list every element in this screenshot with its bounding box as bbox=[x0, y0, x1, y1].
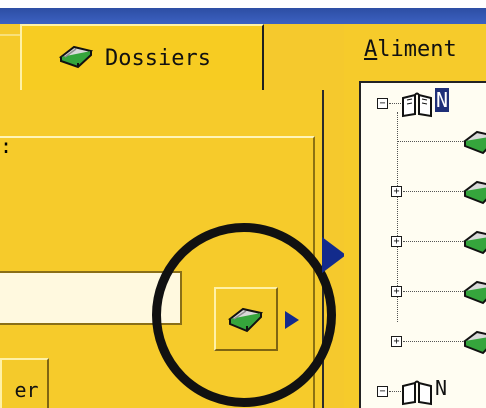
aliment-tree[interactable]: − N + + + + − N bbox=[359, 81, 486, 408]
tree-root-row[interactable]: − N bbox=[361, 83, 486, 121]
window-top-bar bbox=[0, 8, 486, 24]
collapse-icon[interactable]: − bbox=[377, 98, 388, 109]
tree-child-row[interactable]: + bbox=[361, 321, 486, 359]
expand-icon[interactable]: + bbox=[391, 336, 402, 347]
collapse-icon[interactable]: − bbox=[377, 386, 388, 397]
tab-dossiers[interactable]: Dossiers bbox=[20, 24, 264, 90]
expand-icon[interactable]: + bbox=[391, 286, 402, 297]
tree-child-row[interactable]: + bbox=[361, 171, 486, 209]
move-right-arrow-icon[interactable] bbox=[285, 311, 299, 329]
aliment-panel: Aliment − N + + + + − N bbox=[344, 24, 486, 408]
previous-tab[interactable] bbox=[0, 34, 22, 96]
open-book-icon bbox=[400, 90, 434, 122]
dossier-input[interactable] bbox=[0, 271, 182, 325]
splitter-arrow-icon[interactable] bbox=[322, 237, 346, 273]
application-screen: Dossiers : er Aliment − N + + + + − N bbox=[0, 0, 486, 408]
tree-connector bbox=[403, 341, 463, 342]
open-dossier-button[interactable] bbox=[214, 287, 278, 351]
tree-connector bbox=[403, 291, 463, 292]
open-book-icon bbox=[400, 378, 434, 408]
book-icon bbox=[462, 275, 486, 309]
book-icon bbox=[226, 301, 266, 337]
tree-second-root-label: N bbox=[435, 376, 448, 400]
tree-connector bbox=[397, 141, 463, 142]
tree-child-row[interactable] bbox=[361, 121, 486, 159]
title-rest: liment bbox=[377, 37, 457, 62]
tree-child-row[interactable]: + bbox=[361, 271, 486, 309]
book-icon bbox=[462, 175, 486, 209]
book-icon bbox=[462, 125, 486, 159]
tree-connector bbox=[403, 241, 463, 242]
partial-action-button[interactable]: er bbox=[0, 358, 49, 408]
title-mnemonic-char: A bbox=[364, 37, 378, 62]
expand-icon[interactable]: + bbox=[391, 236, 402, 247]
tree-second-root-row[interactable]: − N bbox=[361, 371, 486, 408]
tab-dossiers-label: Dossiers bbox=[105, 45, 211, 71]
dossiers-panel: : er bbox=[0, 90, 336, 408]
tree-root-label: N bbox=[435, 88, 450, 112]
tree-child-row[interactable]: + bbox=[361, 221, 486, 259]
aliment-panel-title: Aliment bbox=[364, 37, 457, 62]
book-icon bbox=[462, 325, 486, 359]
book-icon bbox=[57, 41, 95, 75]
tree-connector bbox=[403, 191, 463, 192]
book-icon bbox=[462, 225, 486, 259]
expand-icon[interactable]: + bbox=[391, 186, 402, 197]
partial-action-button-label: er bbox=[14, 378, 39, 402]
